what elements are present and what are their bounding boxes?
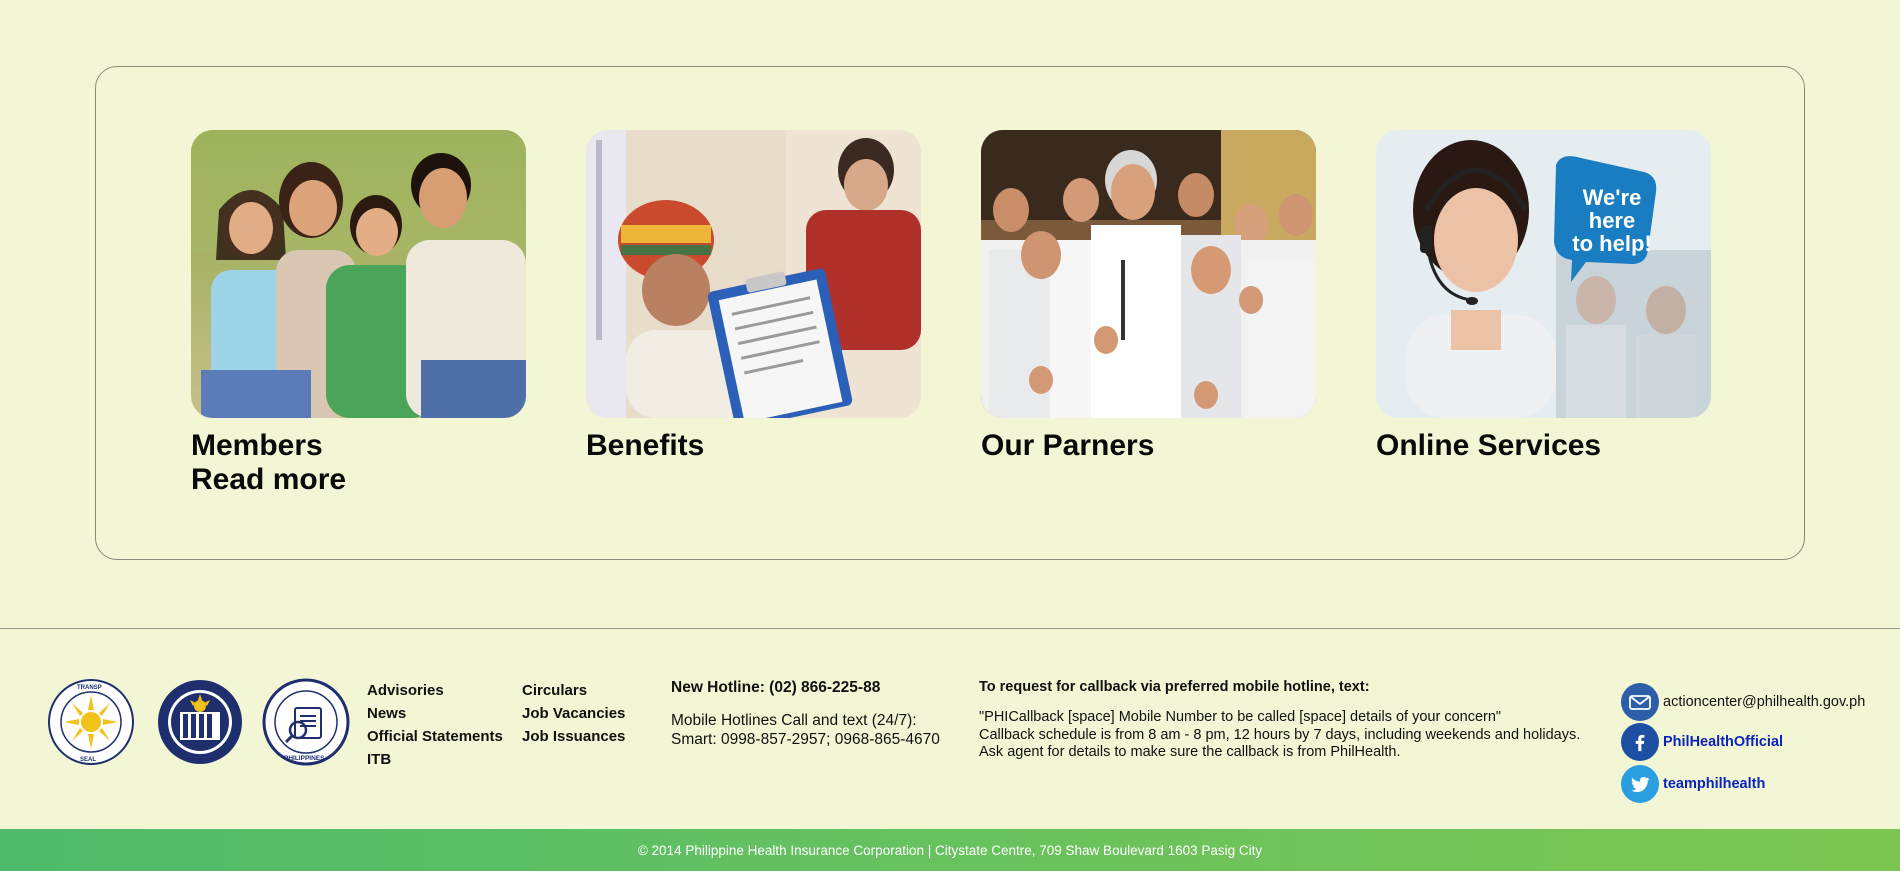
hotline-line-1: Mobile Hotlines Call and text (24/7):: [671, 712, 917, 729]
link-official-statements[interactable]: Official Statements: [367, 725, 503, 748]
card-partners[interactable]: Our Parners: [981, 130, 1316, 463]
twitter-icon[interactable]: [1621, 765, 1659, 803]
members-photo[interactable]: [191, 130, 526, 418]
hotline-block: New Hotline: (02) 866-225-88 Mobile Hotl…: [671, 679, 940, 749]
transparency-seal-icon[interactable]: TRANSP SEAL: [47, 678, 135, 766]
facebook-link[interactable]: PhilHealthOfficial: [1663, 734, 1783, 750]
services-panel: Members Read more Benefits Our Parners W…: [95, 66, 1805, 560]
card-title-benefits: Benefits: [586, 429, 705, 462]
hotline-line-2: Smart: 0998-857-2957; 0968-865-4670: [671, 731, 940, 748]
link-itb[interactable]: ITB: [367, 748, 503, 771]
link-circulars[interactable]: Circulars: [522, 679, 625, 702]
link-job-issuances[interactable]: Job Issuances: [522, 725, 625, 748]
benefits-photo[interactable]: [586, 130, 921, 418]
corporate-governance-seal-icon[interactable]: [156, 678, 244, 766]
bubble-line-3: to help!: [1572, 231, 1652, 256]
online-services-photo[interactable]: We're here to help!: [1376, 130, 1711, 418]
card-online-services[interactable]: We're here to help! Online Services: [1376, 130, 1711, 463]
mail-icon[interactable]: [1621, 683, 1659, 721]
copyright-text: © 2014 Philippine Health Insurance Corpo…: [637, 842, 1263, 858]
link-job-vacancies[interactable]: Job Vacancies: [522, 702, 625, 725]
foi-seal-icon[interactable]: PHILIPPINES: [262, 678, 350, 766]
facebook-contact[interactable]: PhilHealthOfficial: [1621, 723, 1891, 761]
callback-block: To request for callback via preferred mo…: [979, 679, 1580, 762]
card-members[interactable]: Members Read more: [191, 130, 526, 497]
callback-line-1: "PHICallback [space] Mobile Number to be…: [979, 709, 1502, 725]
email-contact[interactable]: actioncenter@philhealth.gov.ph: [1621, 683, 1891, 721]
callback-line-3: Ask agent for details to make sure the c…: [979, 744, 1401, 760]
card-title-online-services: Online Services: [1376, 429, 1602, 462]
read-more-link[interactable]: Read more: [191, 463, 526, 497]
footer: TRANSP SEAL PHILIPPINES Advisories News …: [0, 629, 1900, 829]
card-title-members: Members: [191, 429, 323, 462]
link-news[interactable]: News: [367, 702, 503, 725]
svg-text:TRANSP: TRANSP: [77, 685, 102, 691]
help-bubble-text: We're here to help!: [1564, 186, 1660, 255]
callback-heading: To request for callback via preferred mo…: [979, 679, 1370, 695]
partners-photo[interactable]: [981, 130, 1316, 418]
svg-text:PHILIPPINES: PHILIPPINES: [284, 755, 325, 762]
card-title-partners: Our Parners: [981, 429, 1155, 462]
footer-links-col-2: Circulars Job Vacancies Job Issuances: [522, 679, 625, 748]
email-address[interactable]: actioncenter@philhealth.gov.ph: [1663, 694, 1865, 710]
bubble-line-1: We're: [1582, 185, 1642, 210]
twitter-link[interactable]: teamphilhealth: [1663, 776, 1765, 792]
hotline-heading: New Hotline: (02) 866-225-88: [671, 679, 881, 696]
footer-links-col-1: Advisories News Official Statements ITB: [367, 679, 503, 771]
copyright-bar: © 2014 Philippine Health Insurance Corpo…: [0, 829, 1900, 871]
callback-line-2: Callback schedule is from 8 am - 8 pm, 1…: [979, 726, 1581, 743]
card-benefits[interactable]: Benefits: [586, 130, 921, 463]
bubble-line-2: here: [1588, 208, 1636, 233]
twitter-contact[interactable]: teamphilhealth: [1621, 765, 1891, 803]
facebook-icon[interactable]: [1621, 723, 1659, 761]
link-advisories[interactable]: Advisories: [367, 679, 503, 702]
svg-text:SEAL: SEAL: [80, 757, 96, 763]
